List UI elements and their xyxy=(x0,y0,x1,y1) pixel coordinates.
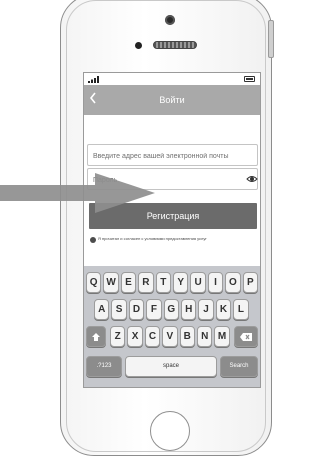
key-y[interactable]: Y xyxy=(173,272,189,293)
key-a[interactable]: A xyxy=(94,299,110,320)
key-b[interactable]: B xyxy=(179,326,195,347)
front-camera xyxy=(165,15,175,25)
battery-icon xyxy=(244,76,255,82)
nav-bar: Войти xyxy=(84,85,260,115)
search-key[interactable]: Search xyxy=(220,356,258,377)
key-q[interactable]: Q xyxy=(86,272,102,293)
key-h[interactable]: H xyxy=(181,299,197,320)
key-f[interactable]: F xyxy=(146,299,162,320)
signal-bars-icon xyxy=(88,76,99,83)
email-input[interactable] xyxy=(88,146,257,167)
key-o[interactable]: O xyxy=(225,272,241,293)
key-x[interactable]: X xyxy=(127,326,143,347)
key-l[interactable]: L xyxy=(233,299,249,320)
phone-screen: Войти Регистрация Я прочитал и согласен … xyxy=(83,72,261,388)
agree-checkbox[interactable] xyxy=(90,237,96,243)
shift-key[interactable] xyxy=(86,326,106,347)
key-c[interactable]: C xyxy=(144,326,161,347)
page-title: Войти xyxy=(159,95,185,105)
key-g[interactable]: G xyxy=(163,299,179,320)
pointer-arrow-icon xyxy=(0,173,155,213)
key-d[interactable]: D xyxy=(128,299,145,320)
home-button[interactable] xyxy=(150,411,190,451)
proximity-sensor xyxy=(135,42,142,49)
key-k[interactable]: K xyxy=(215,299,232,320)
earpiece-speaker xyxy=(153,41,197,49)
key-t[interactable]: T xyxy=(155,272,171,293)
key-r[interactable]: R xyxy=(138,272,154,293)
side-button xyxy=(268,20,274,58)
space-key[interactable]: space xyxy=(125,356,217,377)
key-v[interactable]: V xyxy=(162,326,178,347)
key-s[interactable]: S xyxy=(111,299,127,320)
key-i[interactable]: I xyxy=(207,272,224,293)
status-bar xyxy=(84,73,260,85)
shift-arrow-icon xyxy=(92,333,100,341)
key-m[interactable]: M xyxy=(214,326,230,347)
email-field[interactable] xyxy=(87,144,258,167)
key-n[interactable]: N xyxy=(197,326,213,347)
chevron-left-icon[interactable] xyxy=(88,91,102,107)
numbers-key[interactable]: .?123 xyxy=(86,356,122,377)
key-z[interactable]: Z xyxy=(110,326,126,347)
key-j[interactable]: J xyxy=(198,299,214,320)
on-screen-keyboard: Q W E R T Y U I O P A S D F G H J K L Z X C V B N M .?123 space Sear… xyxy=(84,266,260,387)
key-p[interactable]: P xyxy=(242,272,258,293)
key-e[interactable]: E xyxy=(120,272,137,293)
agree-terms-label: Я прочитал и согласен с условиями предос… xyxy=(98,236,207,241)
eye-icon[interactable] xyxy=(246,173,258,185)
delete-key[interactable] xyxy=(234,326,258,347)
backspace-icon xyxy=(240,333,252,341)
key-w[interactable]: W xyxy=(103,272,119,293)
key-u[interactable]: U xyxy=(190,272,206,293)
